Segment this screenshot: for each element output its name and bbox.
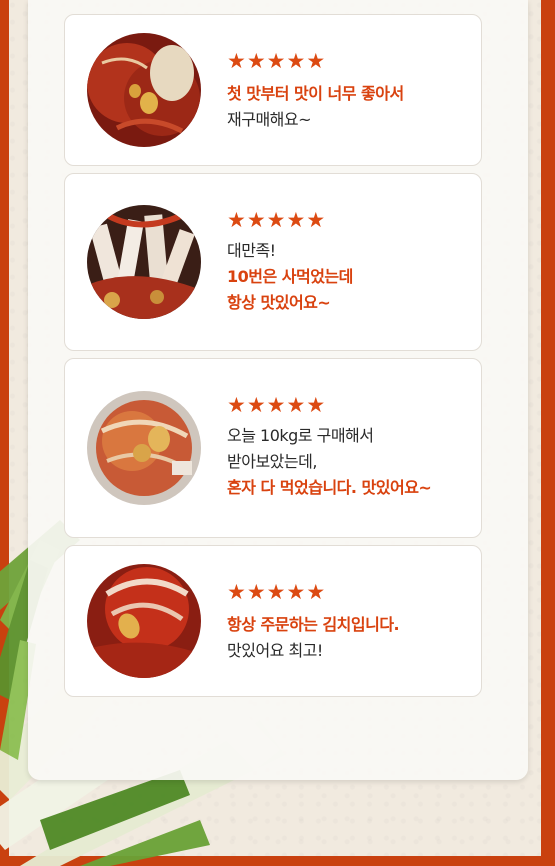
review-line: 항상 주문하는 김치입니다. (227, 615, 400, 634)
star-icon: ★ (266, 393, 286, 417)
review-line: 첫 맛부터 맛이 너무 좋아서 (227, 84, 404, 103)
review-line: 혼자 다 먹었습니다. 맛있어요~ (227, 478, 432, 497)
kimchi-photo-image (87, 564, 201, 678)
star-icon: ★ (266, 208, 286, 232)
review-card: ★ ★ ★ ★ ★ 오늘 10kg로 구매해서 받아보았는데, 혼자 다 먹었습니다. … (64, 358, 482, 538)
star-icon: ★ (286, 49, 306, 73)
rating-stars: ★ ★ ★ ★ ★ (227, 51, 325, 72)
review-line: 오늘 10kg로 구매해서 (227, 426, 374, 445)
kimchi-photo-image (87, 33, 201, 147)
star-icon: ★ (227, 208, 246, 232)
review-line: 항상 맛있어요~ (227, 293, 331, 312)
star-icon: ★ (306, 49, 326, 73)
star-icon: ★ (286, 393, 306, 417)
review-line: 재구매해요~ (227, 110, 312, 129)
rating-stars: ★ ★ ★ ★ ★ (227, 210, 325, 231)
star-icon: ★ (227, 580, 246, 604)
star-icon: ★ (286, 208, 306, 232)
review-text: 항상 주문하는 김치입니다. 맛있어요 최고! (227, 612, 400, 664)
star-icon: ★ (246, 208, 266, 232)
review-card: ★ ★ ★ ★ ★ 첫 맛부터 맛이 너무 좋아서 재구매해요~ (64, 14, 482, 166)
review-text: 첫 맛부터 맛이 너무 좋아서 재구매해요~ (227, 81, 404, 133)
star-icon: ★ (286, 580, 306, 604)
star-icon: ★ (246, 580, 266, 604)
kimchi-photo-image (87, 205, 201, 319)
star-icon: ★ (306, 393, 326, 417)
rating-stars: ★ ★ ★ ★ ★ (227, 582, 325, 603)
review-text: 오늘 10kg로 구매해서 받아보았는데, 혼자 다 먹었습니다. 맛있어요~ (227, 423, 432, 501)
star-icon: ★ (227, 393, 246, 417)
review-card: ★ ★ ★ ★ ★ 항상 주문하는 김치입니다. 맛있어요 최고! (64, 545, 482, 697)
star-icon: ★ (266, 49, 286, 73)
review-line: 받아보았는데, (227, 452, 317, 471)
star-icon: ★ (266, 580, 286, 604)
review-line: 10번은 사먹었는데 (227, 267, 353, 286)
review-text: 대만족! 10번은 사먹었는데 항상 맛있어요~ (227, 238, 353, 316)
review-card: ★ ★ ★ ★ ★ 대만족! 10번은 사먹었는데 항상 맛있어요~ (64, 173, 482, 351)
frame-right-border (541, 0, 555, 866)
review-line: 맛있어요 최고! (227, 641, 323, 660)
kimchi-photo-image (87, 391, 201, 505)
star-icon: ★ (227, 49, 246, 73)
review-line: 대만족! (227, 241, 276, 260)
star-icon: ★ (246, 393, 266, 417)
star-icon: ★ (306, 580, 326, 604)
star-icon: ★ (246, 49, 266, 73)
rating-stars: ★ ★ ★ ★ ★ (227, 395, 325, 416)
star-icon: ★ (306, 208, 326, 232)
